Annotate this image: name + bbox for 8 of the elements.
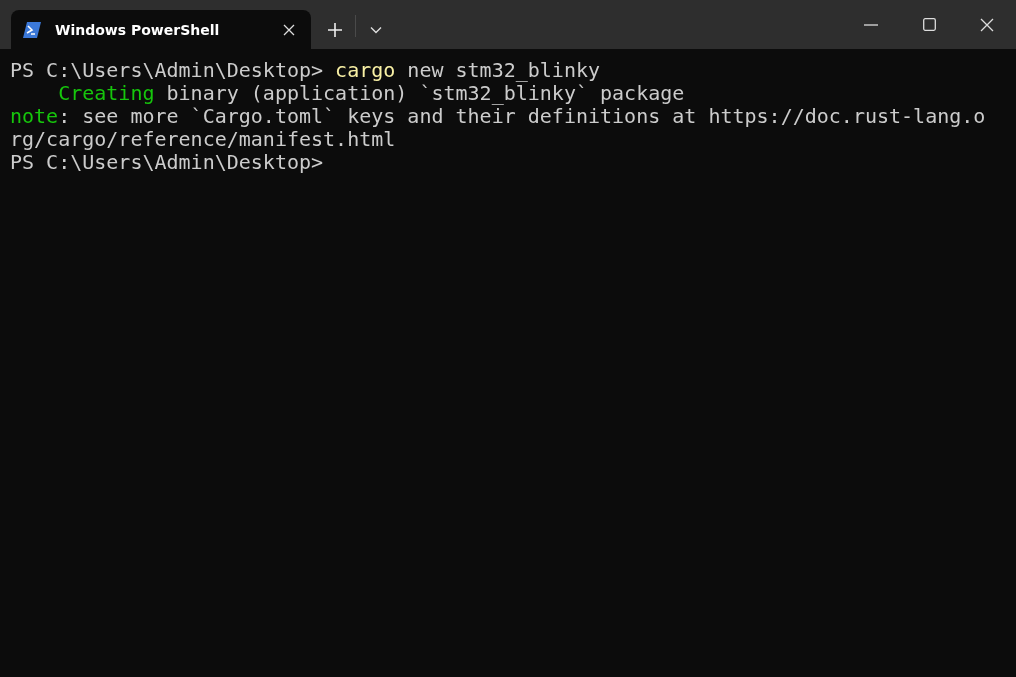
- terminal-line: note: see more `Cargo.toml` keys and their definitions at https://doc.rust-lang.o: [10, 105, 986, 128]
- powershell-icon: [23, 21, 41, 38]
- tab-title: Windows PowerShell: [55, 21, 221, 38]
- terminal-line: PS C:\Users\Admin\Desktop> cargo new stm32_blinky: [10, 59, 601, 82]
- terminal-tab[interactable]: Windows PowerShell: [11, 10, 311, 49]
- terminal-line: Creating binary (application) `stm32_blinky` package: [58, 82, 685, 105]
- terminal-line: rg/cargo/reference/manifest.html: [10, 128, 396, 151]
- terminal-line: PS C:\Users\Admin\Desktop>: [10, 151, 324, 174]
